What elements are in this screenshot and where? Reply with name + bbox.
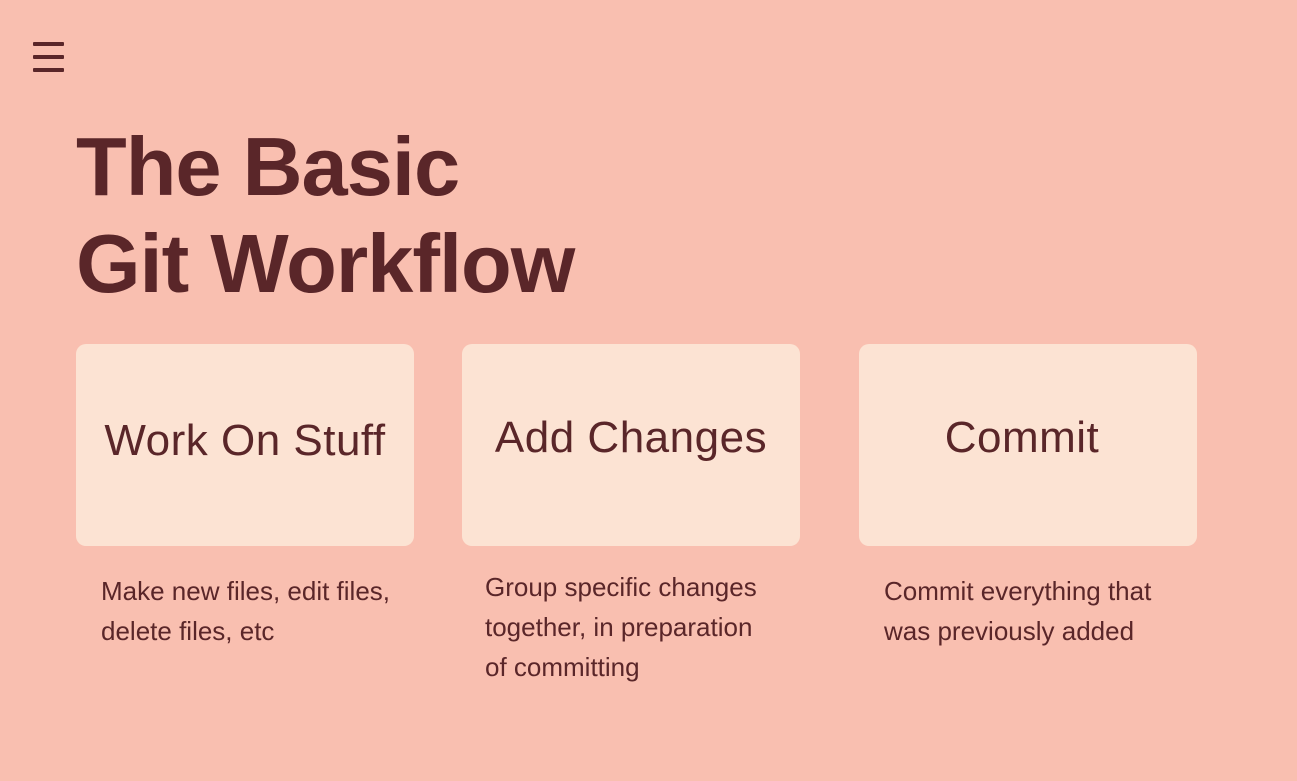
step-description-commit: Commit everything that was previously ad…	[884, 576, 1152, 646]
step-card-work-on-stuff[interactable]: Work On Stuff	[76, 344, 414, 546]
step-card-commit[interactable]: Commit	[859, 344, 1197, 546]
page-title-line-2: Git Workflow	[76, 217, 575, 310]
menu-bar-middle	[33, 55, 64, 59]
page-title: The Basic Git Workflow	[76, 118, 575, 312]
step-description-add-changes: Group specific changes together, in prep…	[485, 572, 757, 682]
step-card-label: Add Changes	[494, 413, 768, 462]
step-card-label: Commit	[944, 413, 1100, 462]
step-description-work-on-stuff: Make new files, edit files, delete files…	[101, 576, 391, 646]
menu-bar-bottom	[33, 68, 64, 72]
step-card-add-changes[interactable]: Add Changes	[462, 344, 800, 546]
page-title-line-1: The Basic	[76, 120, 460, 213]
menu-bar-top	[33, 42, 64, 46]
hamburger-menu-icon[interactable]	[31, 40, 65, 74]
step-card-label: Work On Stuff	[104, 416, 386, 465]
